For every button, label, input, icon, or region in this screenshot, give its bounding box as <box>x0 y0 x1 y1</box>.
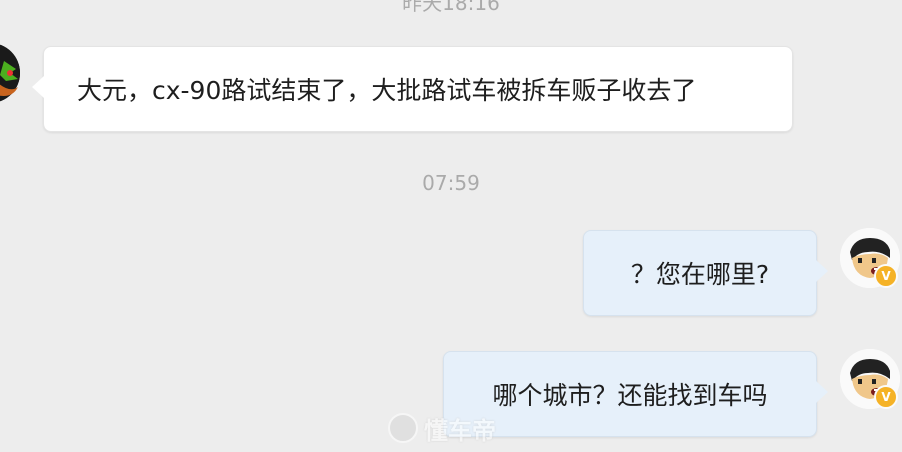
verified-badge-icon: V <box>874 264 898 288</box>
message-text: 大元，cx-90路试结束了，大批路试车被拆车贩子收去了 <box>77 76 697 105</box>
message-text: ？您在哪里? <box>630 260 770 289</box>
message-bubble-incoming[interactable]: 大元，cx-90路试结束了，大批路试车被拆车贩子收去了 <box>32 46 793 132</box>
user-avatar[interactable]: V <box>840 228 900 288</box>
verified-badge-icon: V <box>874 385 898 409</box>
watermark-text: 懂车帝 <box>424 416 496 445</box>
watermark: 懂车帝 <box>388 412 496 445</box>
timestamp-morning: 07:59 <box>422 171 480 195</box>
watermark-logo-icon <box>388 413 418 443</box>
message-bubble-outgoing[interactable]: ？您在哪里? <box>583 230 828 316</box>
user-avatar[interactable]: V <box>840 349 900 409</box>
timestamp-yesterday: 昨天18:16 <box>402 0 500 15</box>
message-text: 哪个城市？还能找到车吗 <box>492 381 768 410</box>
message-bubble-outgoing[interactable]: 哪个城市？还能找到车吗 <box>443 351 828 437</box>
sender-avatar-icon <box>0 44 20 102</box>
sender-avatar[interactable] <box>0 43 20 103</box>
